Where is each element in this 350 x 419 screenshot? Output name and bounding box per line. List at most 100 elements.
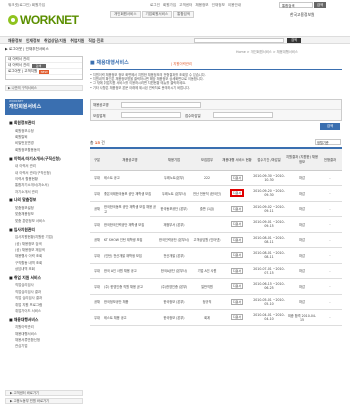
table-cell[interactable]: 한국정보공단 채용 [104, 294, 156, 310]
sidebar-banner[interactable]: ▶ 나만의 구직서비스 [5, 85, 83, 91]
table-cell: 공채 [90, 201, 104, 217]
util-link-join[interactable]: 회원가입 [163, 3, 176, 8]
table-cell: 마감 [286, 247, 318, 264]
table-cell[interactable]: (인턴) 전산개발 재학생 모집 [104, 247, 156, 264]
gnb-search-button[interactable]: 검색 [287, 38, 301, 43]
table-cell: 두레노트(본부) [156, 170, 192, 186]
menu-head[interactable]: ■ 채용대행서비스 [5, 316, 83, 324]
util-link-talent[interactable]: 인재정보 [212, 3, 225, 8]
table-row: 공채 한국한국동포 공단 재학생 모집 채용 공고 한국동포공단 (본부) 출판 (1… [90, 201, 342, 217]
gnb-item-support[interactable]: 취업지원 [70, 38, 84, 44]
table-cell[interactable]: (주) 한영인증 직원 채용 공고 [104, 278, 156, 295]
tab-integrated[interactable]: 통합검색 [173, 11, 194, 18]
table-cell: 지원서 [222, 263, 252, 279]
sidebar-box-row[interactable]: 로그아웃 | 고객지원 NEW [6, 69, 82, 75]
gnb-item-counsel[interactable]: 취업상담/지원 [44, 38, 66, 44]
gnb-item-jobs[interactable]: 채용정보 [8, 38, 22, 44]
util-link-support[interactable]: 고객센터 [179, 3, 192, 8]
resume-view-button[interactable]: 지원서 [230, 174, 244, 181]
resume-view-button[interactable]: 지원서 [230, 267, 244, 274]
filter-label: 채용공고명 [93, 103, 109, 107]
global-nav: 채용정보 인재정보 취업상담/지원 취업지원 직업·진로 검색 [0, 36, 350, 44]
table-cell: 지원서 [222, 185, 252, 202]
menu-head[interactable]: ■ 이력서/자기소개서(구직신청) [5, 155, 83, 163]
worknet-logo[interactable]: WORKNET [8, 10, 79, 30]
resume-view-button[interactable]: 지원서 [230, 221, 244, 228]
table-cell: 마감 [286, 216, 318, 233]
table-cell: 우대 [90, 170, 104, 186]
resume-view-button[interactable]: 지원서 [230, 252, 244, 259]
table-cell: 지원서 [222, 247, 252, 264]
table-cell[interactable]: 한국한국인력공단 재학생 모집 [104, 216, 156, 233]
search-submit-button[interactable]: 검색 [320, 123, 340, 130]
sidebar-box-button[interactable]: 검색 [31, 63, 46, 68]
menu-group-member: ■ 회원정보관리 회원정보수정 회원탈퇴 비밀번호변경 회원정보활용동의 [5, 119, 83, 153]
col-header: 접수기간 /마감일 [252, 147, 286, 171]
menu-item[interactable]: 자기소개서 관리 [5, 188, 83, 194]
menu-item[interactable]: 관심기업 [5, 343, 83, 349]
table-cell: 지원서 [222, 294, 252, 310]
table-cell: 마감 [286, 232, 318, 248]
table-cell: 마감 [286, 201, 318, 217]
support-center-button[interactable]: ▶ 고객센터 바로가기 [5, 390, 83, 396]
col-header: 채용기업 [156, 147, 192, 171]
table-cell: 2010-06-15 ~2010-06-25 [252, 278, 286, 295]
table-cell: 우대 [90, 278, 104, 295]
table-cell[interactable]: 한국한국동포 공단 재학생 모집 채용 공고 [104, 201, 156, 217]
menu-head[interactable]: ■ 입사지원관리 [5, 226, 83, 234]
table-cell[interactable]: 테스트 채용 공고 [104, 309, 156, 326]
resume-view-button[interactable]: 지원서 [230, 205, 244, 212]
table-cell: 고객상담원 (인터넷) [192, 232, 222, 248]
table-cell: 전산 전문직 (한국인) [192, 185, 222, 202]
menu-head[interactable]: ■ 취업 지원 서비스 [5, 274, 83, 282]
menu-item[interactable]: 취업가이드 서비스 [5, 307, 83, 313]
member-tabs: 개인회원서비스 기업회원서비스 통합검색 [110, 11, 194, 18]
table-cell: 2010-08-01 ~2010-08-11 [252, 232, 286, 248]
table-cell: 한국동포공단 (본부) [156, 201, 192, 217]
tab-corporate[interactable]: 기업회원서비스 [141, 11, 173, 18]
menu-group-resume: ■ 이력서/자기소개서(구직신청) 내 이력서 관리 내 이력서 관리(구직신청… [5, 155, 83, 195]
table-cell: 한국정보 (본부) [156, 309, 192, 326]
resume-view-button[interactable]: 지원서 [230, 298, 244, 305]
resume-view-button[interactable]: 지원서 [230, 314, 244, 321]
top-search-button[interactable]: 검색 [314, 2, 326, 8]
page-title: ■ 채용대행서비스 [90, 60, 129, 66]
table-cell: 우대 [90, 185, 104, 202]
menu-head[interactable]: ■ 회원정보관리 [5, 119, 83, 127]
util-link-jobs[interactable]: 채용정보 [195, 3, 208, 8]
sort-select[interactable]: 정렬기준 [315, 139, 341, 145]
resume-view-button[interactable]: 지원서 [230, 283, 244, 290]
sidebar-greeting[interactable]: ▶ 로그아웃 | 인재추천서비스 [5, 47, 49, 52]
table-cell: 2010-04-01 ~2010-04-10 [252, 309, 286, 326]
ministry-button[interactable]: ▶ 고용노동부 민원 바로가기 [5, 398, 83, 404]
table-cell: 우대 [90, 216, 104, 233]
menu-item[interactable]: 회원정보활용동의 [5, 146, 83, 152]
gnb-item-talent[interactable]: 인재정보 [26, 38, 40, 44]
menu-item[interactable]: 맞춤 훈련정보 서비스 [5, 217, 83, 223]
table-cell: 회계 [192, 309, 222, 326]
table-cell[interactable]: 좋은국제한국동포 공단 재학생 모집 [104, 185, 156, 202]
tab-personal[interactable]: 개인회원서비스 [110, 11, 141, 18]
gnb-search-input[interactable] [194, 38, 284, 43]
table-cell[interactable]: KT SHOW 인턴 재학생 모집 [104, 232, 156, 248]
top-links[interactable]: 워크넷(로그인) 회원가입 [8, 3, 45, 8]
table-cell[interactable]: 테스트 공고 [104, 170, 156, 186]
col-header: 모집업무 [192, 147, 222, 171]
resume-view-button[interactable]: 지원서 [229, 189, 245, 198]
util-link-guide[interactable]: 이용안내 [228, 3, 241, 8]
resume-view-button[interactable]: 지원서 [230, 236, 244, 243]
breadcrumb: Home > 개인회원서비스 > 채용대행서비스 [236, 50, 298, 54]
gnb-item-career[interactable]: 직업·진로 [88, 38, 103, 44]
top-search-select[interactable]: 통합검색 [279, 2, 313, 8]
filter-row: 채용공고명 [91, 100, 341, 110]
job-title-input[interactable] [121, 101, 201, 108]
util-link-login[interactable]: 로그인 [150, 3, 160, 8]
deadline-input[interactable] [213, 112, 273, 118]
menu-item[interactable]: 상담내역 조회 [5, 265, 83, 271]
menu-head[interactable]: ■ 나의 맞춤정보 [5, 196, 83, 204]
table-cell[interactable]: 한국 A인 사원 채용 공고 [104, 263, 156, 279]
table-cell: - [318, 232, 342, 248]
col-header: 채용공고명 [104, 147, 156, 171]
table-row: 우대 한국 A인 사원 채용 공고 한국A공단 (본부사) 기업 A인 사원 지원서 20… [90, 263, 342, 279]
company-input[interactable] [121, 112, 181, 118]
